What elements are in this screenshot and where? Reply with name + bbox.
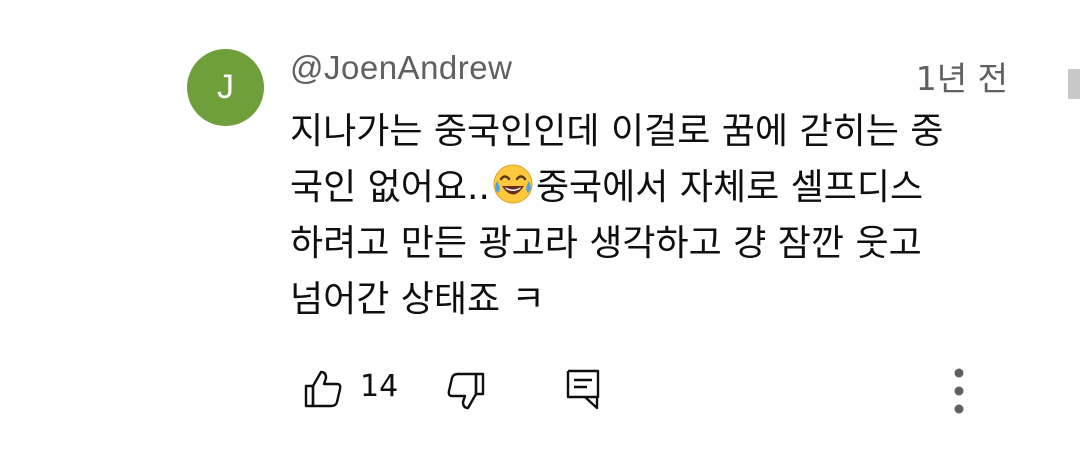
- more-vert-icon: [954, 368, 964, 414]
- reply-button[interactable]: [562, 366, 604, 412]
- comment-actions: 14: [0, 360, 1080, 420]
- comment-line: 하려고 만든 광고라 생각하고 걍 잠깐 웃고: [290, 223, 922, 264]
- tears-of-joy-emoji-icon: [493, 164, 533, 204]
- comment-time: 1년 전: [915, 59, 1008, 98]
- dislike-button[interactable]: [443, 368, 489, 414]
- avatar[interactable]: J: [187, 49, 264, 126]
- avatar-letter: J: [217, 68, 234, 106]
- comment-text: 지나가는 중국인인데 이걸로 꿈에 갇히는 중 국인 없어요.. 중국에서 자체…: [290, 104, 1030, 328]
- more-options-button[interactable]: [944, 364, 974, 418]
- comment-line-part: 중국에서 자체로 셀프디스: [535, 167, 924, 208]
- scrollbar[interactable]: [1068, 69, 1080, 99]
- comment-line: 지나가는 중국인인데 이걸로 꿈에 갇히는 중: [290, 111, 944, 152]
- thumbs-down-icon: [447, 372, 485, 410]
- thumbs-up-icon: [304, 370, 342, 408]
- comment-author[interactable]: @JoenAndrew: [290, 49, 512, 87]
- comment-line: 넘어간 상태죠 ㅋ: [290, 279, 545, 320]
- comment-line: 국인 없어요.. 중국에서 자체로 셀프디스: [290, 160, 1030, 216]
- like-button[interactable]: [300, 366, 346, 412]
- like-count: 14: [360, 369, 399, 404]
- reply-icon: [566, 369, 600, 410]
- comment-line-part: 국인 없어요..: [290, 167, 490, 208]
